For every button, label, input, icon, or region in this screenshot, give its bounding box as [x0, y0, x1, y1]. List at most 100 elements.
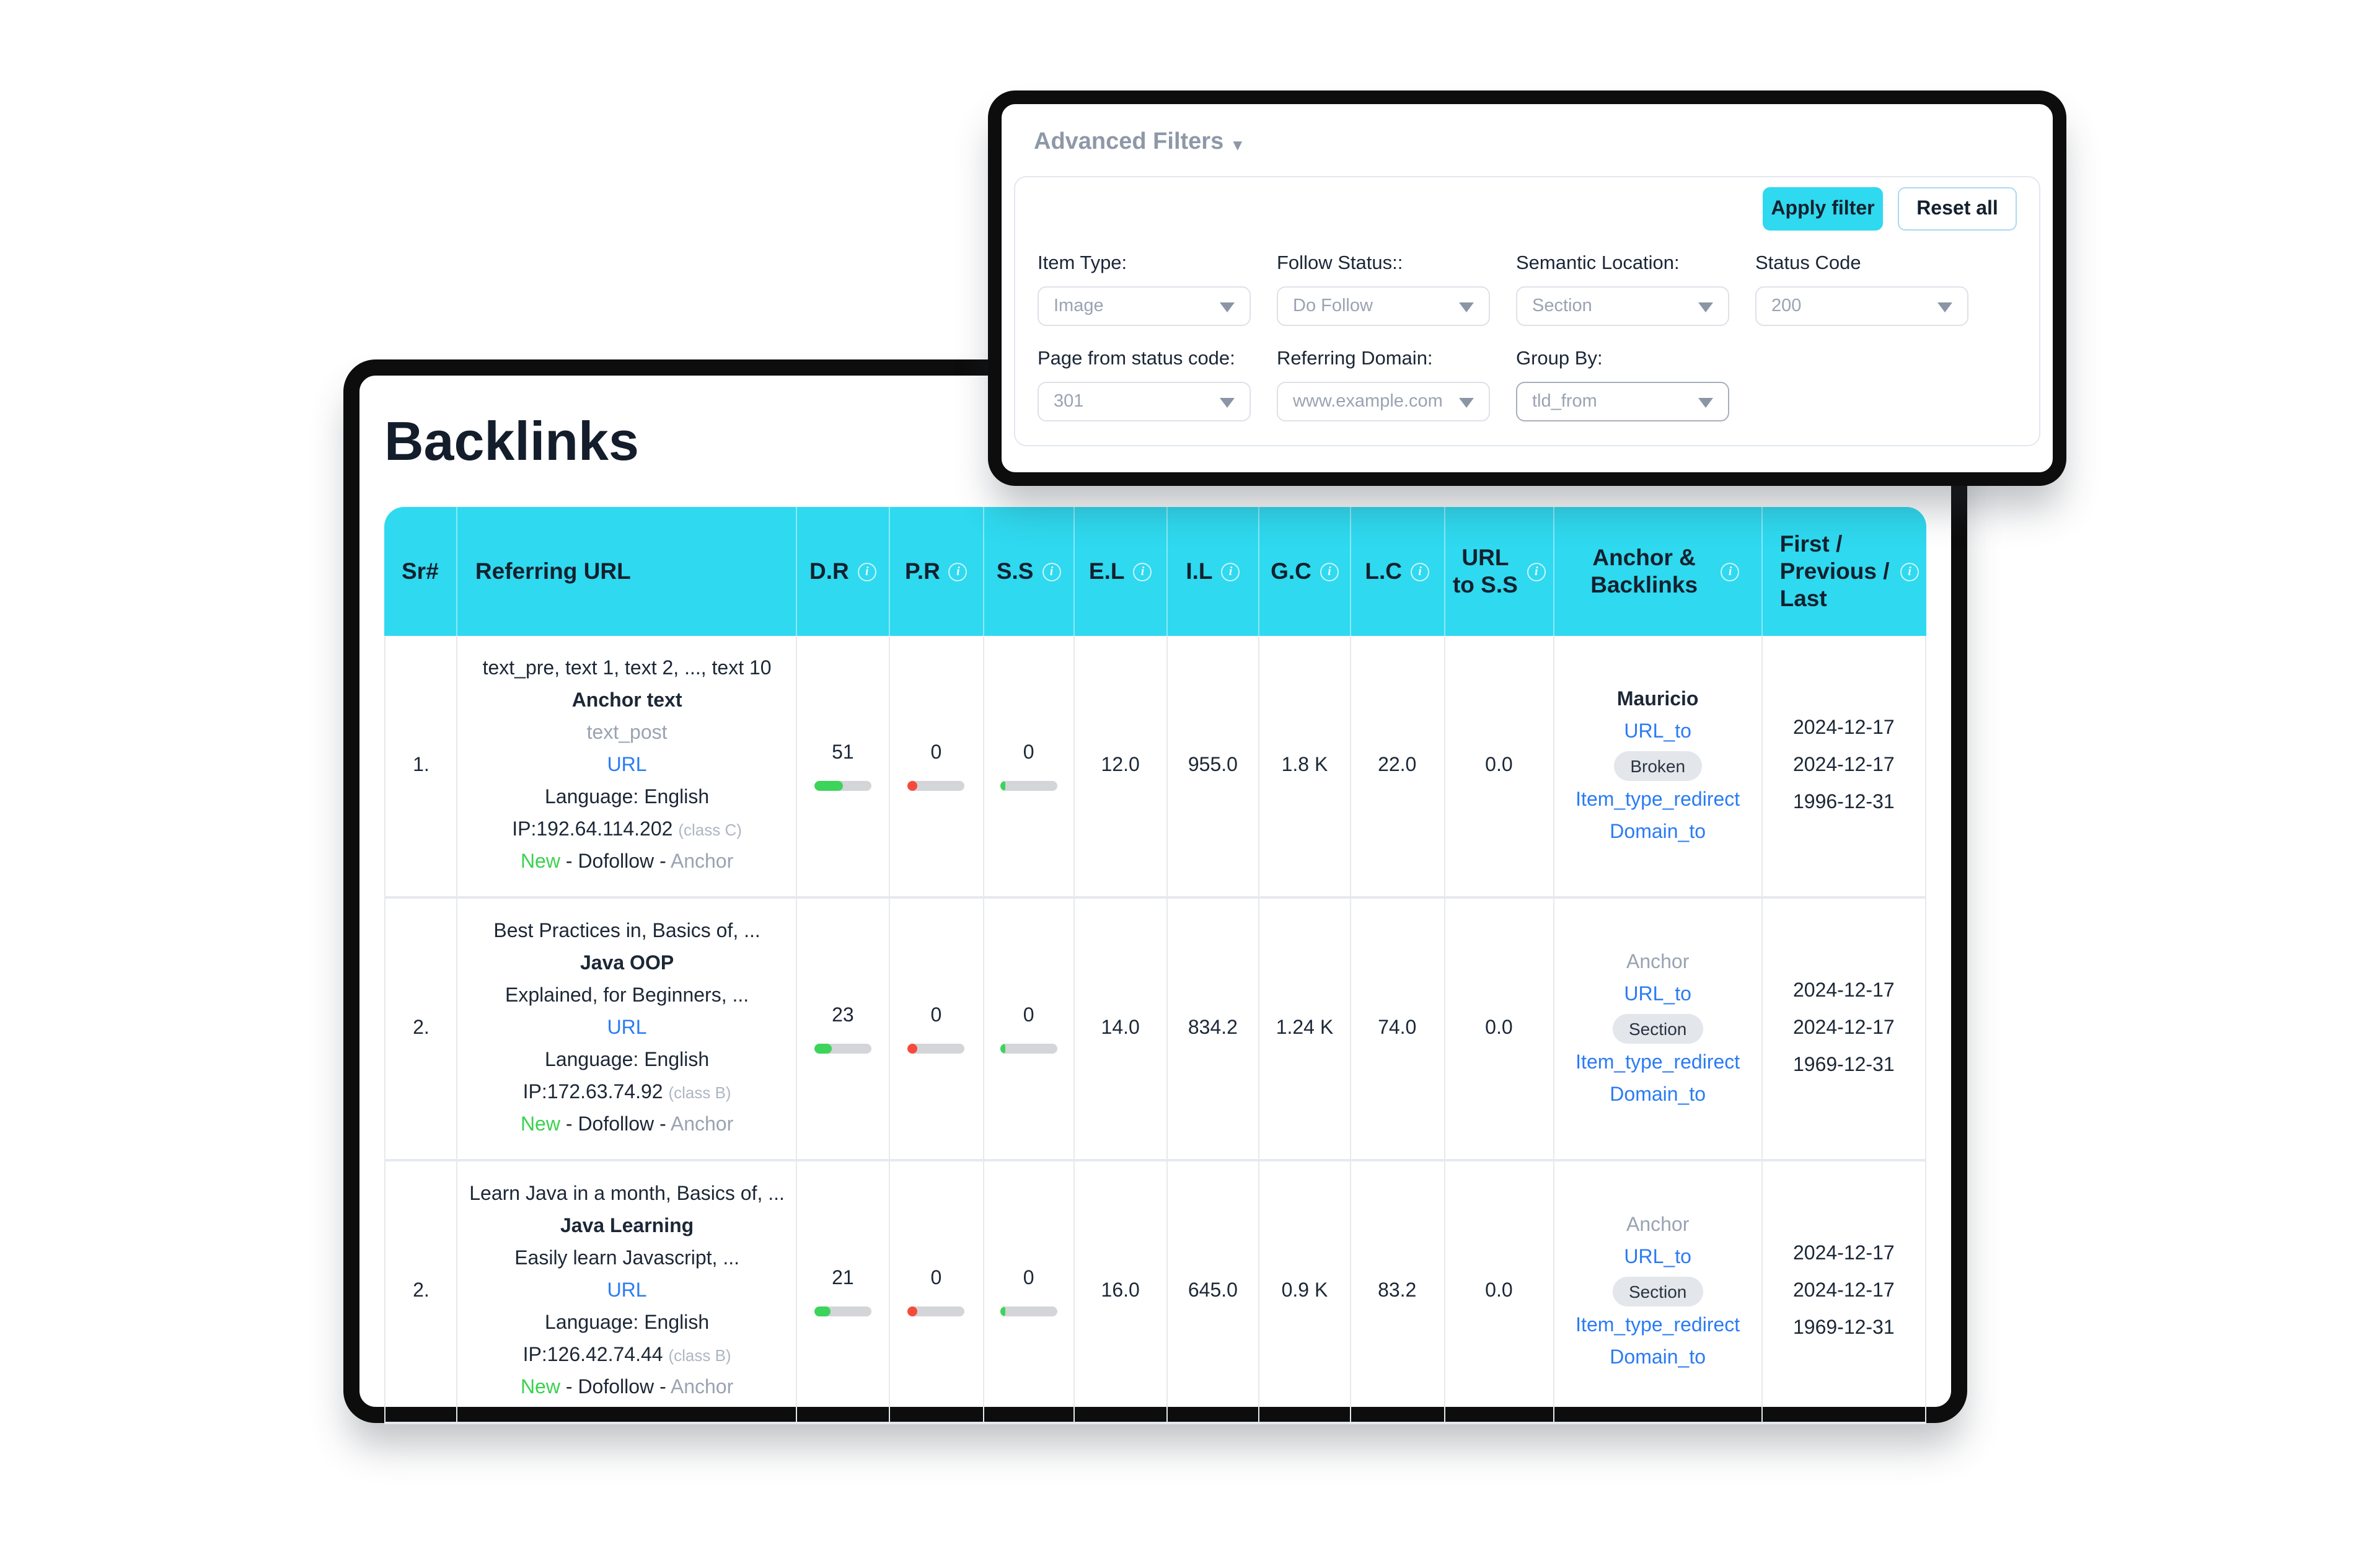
- info-icon[interactable]: [1411, 562, 1429, 581]
- pr-cell: 0: [889, 1161, 983, 1424]
- col-header-pr: P.R: [889, 507, 983, 636]
- item-type-select[interactable]: Image: [1038, 286, 1251, 326]
- anchor-title: Mauricio: [1562, 687, 1754, 713]
- anchor-backlinks-cell: Anchor URL_to Section Item_type_redirect…: [1553, 1161, 1761, 1424]
- info-icon[interactable]: [1721, 562, 1740, 581]
- col-header-gc: G.C: [1259, 507, 1350, 636]
- anchor-title: Anchor: [1562, 949, 1754, 976]
- pr-cell: 0: [889, 636, 983, 899]
- lc-cell: 74.0: [1349, 899, 1443, 1161]
- flag-new: New: [521, 1377, 560, 1398]
- lc-cell: 83.2: [1349, 1161, 1443, 1424]
- dr-cell: 21: [796, 1161, 888, 1424]
- backlinks-panel: Backlinks Sr# Referring URL D.R P.R S.S …: [343, 359, 1967, 1423]
- info-icon[interactable]: [1320, 562, 1339, 581]
- flag-anchor: Anchor: [671, 1377, 733, 1398]
- status-badge: Broken: [1614, 751, 1701, 781]
- table-row: 2. Best Practices in, Basics of, ... Jav…: [384, 899, 1926, 1161]
- referring-url-cell: Best Practices in, Basics of, ... Java O…: [457, 899, 796, 1161]
- ss-cell: 0: [982, 636, 1073, 899]
- chevron-down-icon: ▾: [1233, 136, 1241, 152]
- il-cell: 645.0: [1166, 1161, 1258, 1424]
- page: Backlinks Sr# Referring URL D.R P.R S.S …: [0, 0, 2380, 1542]
- filter-group-by: Group By: tld_from: [1516, 348, 1729, 444]
- gc-cell: 1.24 K: [1259, 899, 1350, 1161]
- url-to-ss-cell: 0.0: [1443, 899, 1553, 1161]
- url-to-link[interactable]: URL_to: [1624, 1247, 1691, 1268]
- table-row: 1. text_pre, text 1, text 2, ..., text 1…: [384, 636, 1926, 899]
- referring-domain-select[interactable]: www.example.com: [1277, 382, 1490, 421]
- el-cell: 16.0: [1073, 1161, 1166, 1424]
- il-cell: 955.0: [1166, 636, 1258, 899]
- item-type-redirect-link[interactable]: Item_type_redirect: [1576, 1315, 1740, 1336]
- col-header-lc: L.C: [1349, 507, 1443, 636]
- semantic-location-select[interactable]: Section: [1516, 286, 1729, 326]
- filters-box: Apply filter Reset all Item Type: Image …: [1014, 176, 2040, 446]
- lc-cell: 22.0: [1349, 636, 1443, 899]
- filter-page-from-status-code: Page from status code: 301: [1038, 348, 1251, 444]
- dr-cell: 51: [796, 636, 888, 899]
- col-header-first-previous-last: First / Previous / Last: [1761, 507, 1926, 636]
- item-type-redirect-link[interactable]: Item_type_redirect: [1576, 790, 1740, 811]
- advanced-filters-toggle[interactable]: Advanced Filters ▾: [1034, 129, 2040, 156]
- ss-cell: 0: [982, 1161, 1073, 1424]
- col-header-sr: Sr#: [384, 507, 457, 636]
- status-badge: Section: [1613, 1014, 1703, 1044]
- page-from-status-code-select[interactable]: 301: [1038, 382, 1251, 421]
- table-header-row: Sr# Referring URL D.R P.R S.S E.L I.L G.…: [384, 507, 1926, 636]
- pr-progress-bar: [907, 1044, 964, 1054]
- advanced-filters-panel: Advanced Filters ▾ Apply filter Reset al…: [988, 90, 2066, 486]
- el-cell: 12.0: [1073, 636, 1166, 899]
- filter-item-type: Item Type: Image: [1038, 253, 1251, 348]
- sr-cell: 2.: [384, 1161, 457, 1424]
- status-code-select[interactable]: 200: [1755, 286, 1968, 326]
- domain-to-link[interactable]: Domain_to: [1610, 1347, 1706, 1368]
- referring-url-cell: text_pre, text 1, text 2, ..., text 10 A…: [457, 636, 796, 899]
- domain-to-link[interactable]: Domain_to: [1610, 822, 1706, 843]
- info-icon[interactable]: [949, 562, 967, 581]
- flag-dofollow: Dofollow: [578, 1377, 654, 1398]
- anchor-backlinks-cell: Anchor URL_to Section Item_type_redirect…: [1553, 899, 1761, 1161]
- ip-class: (class C): [678, 821, 742, 839]
- url-link[interactable]: URL: [607, 1280, 647, 1302]
- group-by-select[interactable]: tld_from: [1516, 382, 1729, 421]
- dr-progress-bar: [814, 1306, 871, 1316]
- info-icon[interactable]: [1042, 562, 1061, 581]
- pr-progress-bar: [907, 781, 964, 791]
- ip-class: (class B): [668, 1346, 731, 1365]
- item-type-redirect-link[interactable]: Item_type_redirect: [1576, 1052, 1740, 1073]
- ip-address: IP:192.64.114.202: [512, 819, 672, 840]
- flag-dofollow: Dofollow: [578, 1114, 654, 1135]
- reset-all-button[interactable]: Reset all: [1898, 187, 2017, 231]
- follow-status-select[interactable]: Do Follow: [1277, 286, 1490, 326]
- url-to-ss-cell: 0.0: [1443, 636, 1553, 899]
- url-to-link[interactable]: URL_to: [1624, 984, 1691, 1005]
- url-link[interactable]: URL: [607, 1018, 647, 1039]
- dates-cell: 2024-12-17 2024-12-17 1969-12-31: [1761, 899, 1926, 1161]
- info-icon[interactable]: [1133, 562, 1152, 581]
- url-link[interactable]: URL: [607, 755, 647, 776]
- col-header-el: E.L: [1073, 507, 1166, 636]
- filter-referring-domain: Referring Domain: www.example.com: [1277, 348, 1490, 444]
- dr-cell: 23: [796, 899, 888, 1161]
- ss-progress-bar: [1000, 781, 1057, 791]
- apply-filter-button[interactable]: Apply filter: [1763, 187, 1883, 231]
- ip-address: IP:172.63.74.92: [523, 1082, 663, 1103]
- flag-anchor: Anchor: [671, 1114, 733, 1135]
- url-to-link[interactable]: URL_to: [1624, 721, 1691, 742]
- col-header-ss: S.S: [982, 507, 1073, 636]
- filter-follow-status: Follow Status:: Do Follow: [1277, 253, 1490, 348]
- domain-to-link[interactable]: Domain_to: [1610, 1085, 1706, 1106]
- info-icon[interactable]: [858, 562, 876, 581]
- ss-cell: 0: [982, 899, 1073, 1161]
- dates-cell: 2024-12-17 2024-12-17 1969-12-31: [1761, 1161, 1926, 1424]
- info-icon[interactable]: [1900, 562, 1919, 581]
- info-icon[interactable]: [1222, 562, 1240, 581]
- gc-cell: 1.8 K: [1259, 636, 1350, 899]
- ip-address: IP:126.42.74.44: [523, 1345, 663, 1366]
- flag-new: New: [521, 852, 560, 873]
- info-icon[interactable]: [1527, 562, 1546, 581]
- pr-progress-bar: [907, 1306, 964, 1316]
- el-cell: 14.0: [1073, 899, 1166, 1161]
- flag-dofollow: Dofollow: [578, 852, 654, 873]
